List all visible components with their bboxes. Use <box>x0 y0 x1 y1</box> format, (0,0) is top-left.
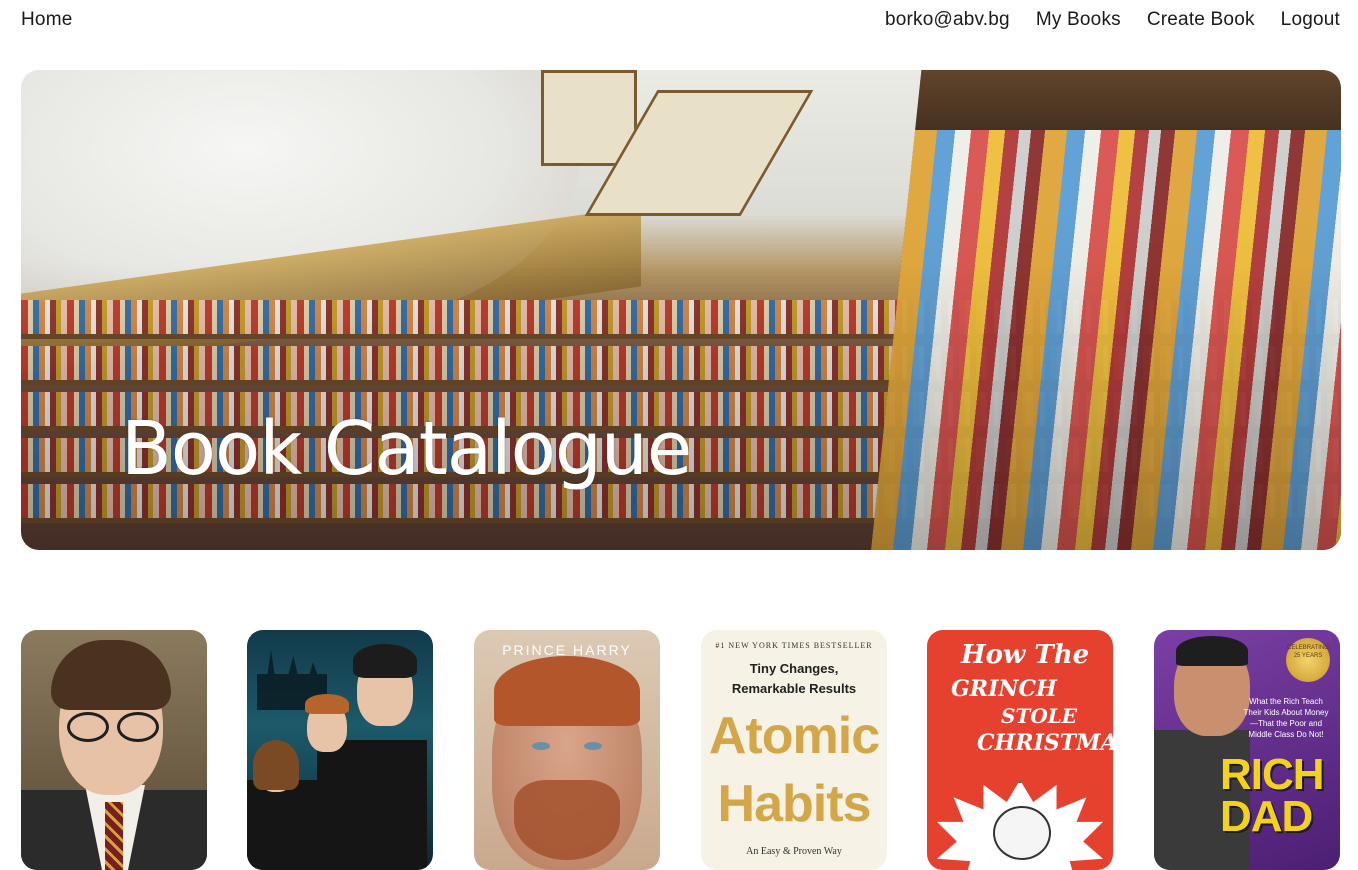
nav-user-links: borko@abv.bg My Books Create Book Logout <box>885 9 1340 31</box>
hero-banner: Book Catalogue <box>21 70 1341 550</box>
anniversary-seal: CELEBRATING 25 YEARS <box>1286 638 1330 682</box>
nav-user-email-link[interactable]: borko@abv.bg <box>885 9 1010 31</box>
book-card[interactable]: How The GRINCH STOLE CHRISTMAS! <box>927 630 1113 870</box>
book-card[interactable] <box>21 630 207 870</box>
grinch-face-icon <box>993 806 1051 860</box>
book-card[interactable]: #1 NEW YORK TIMES BESTSELLER Tiny Change… <box>701 630 887 870</box>
book-card[interactable] <box>247 630 433 870</box>
book-list: PRINCE HARRY #1 NEW YORK TIMES BESTSELLE… <box>21 630 1341 870</box>
book-card[interactable]: CELEBRATING 25 YEARS What the Rich Teach… <box>1154 630 1340 870</box>
hero-title: Book Catalogue <box>121 406 692 492</box>
nav-logout-link[interactable]: Logout <box>1281 9 1340 31</box>
top-navbar: Home borko@abv.bg My Books Create Book L… <box>0 0 1358 44</box>
nav-home-link[interactable]: Home <box>21 9 72 31</box>
nav-create-book-link[interactable]: Create Book <box>1147 9 1255 31</box>
nav-my-books-link[interactable]: My Books <box>1036 9 1121 31</box>
book-cover-text: PRINCE HARRY <box>502 642 632 658</box>
book-card[interactable]: PRINCE HARRY <box>474 630 660 870</box>
